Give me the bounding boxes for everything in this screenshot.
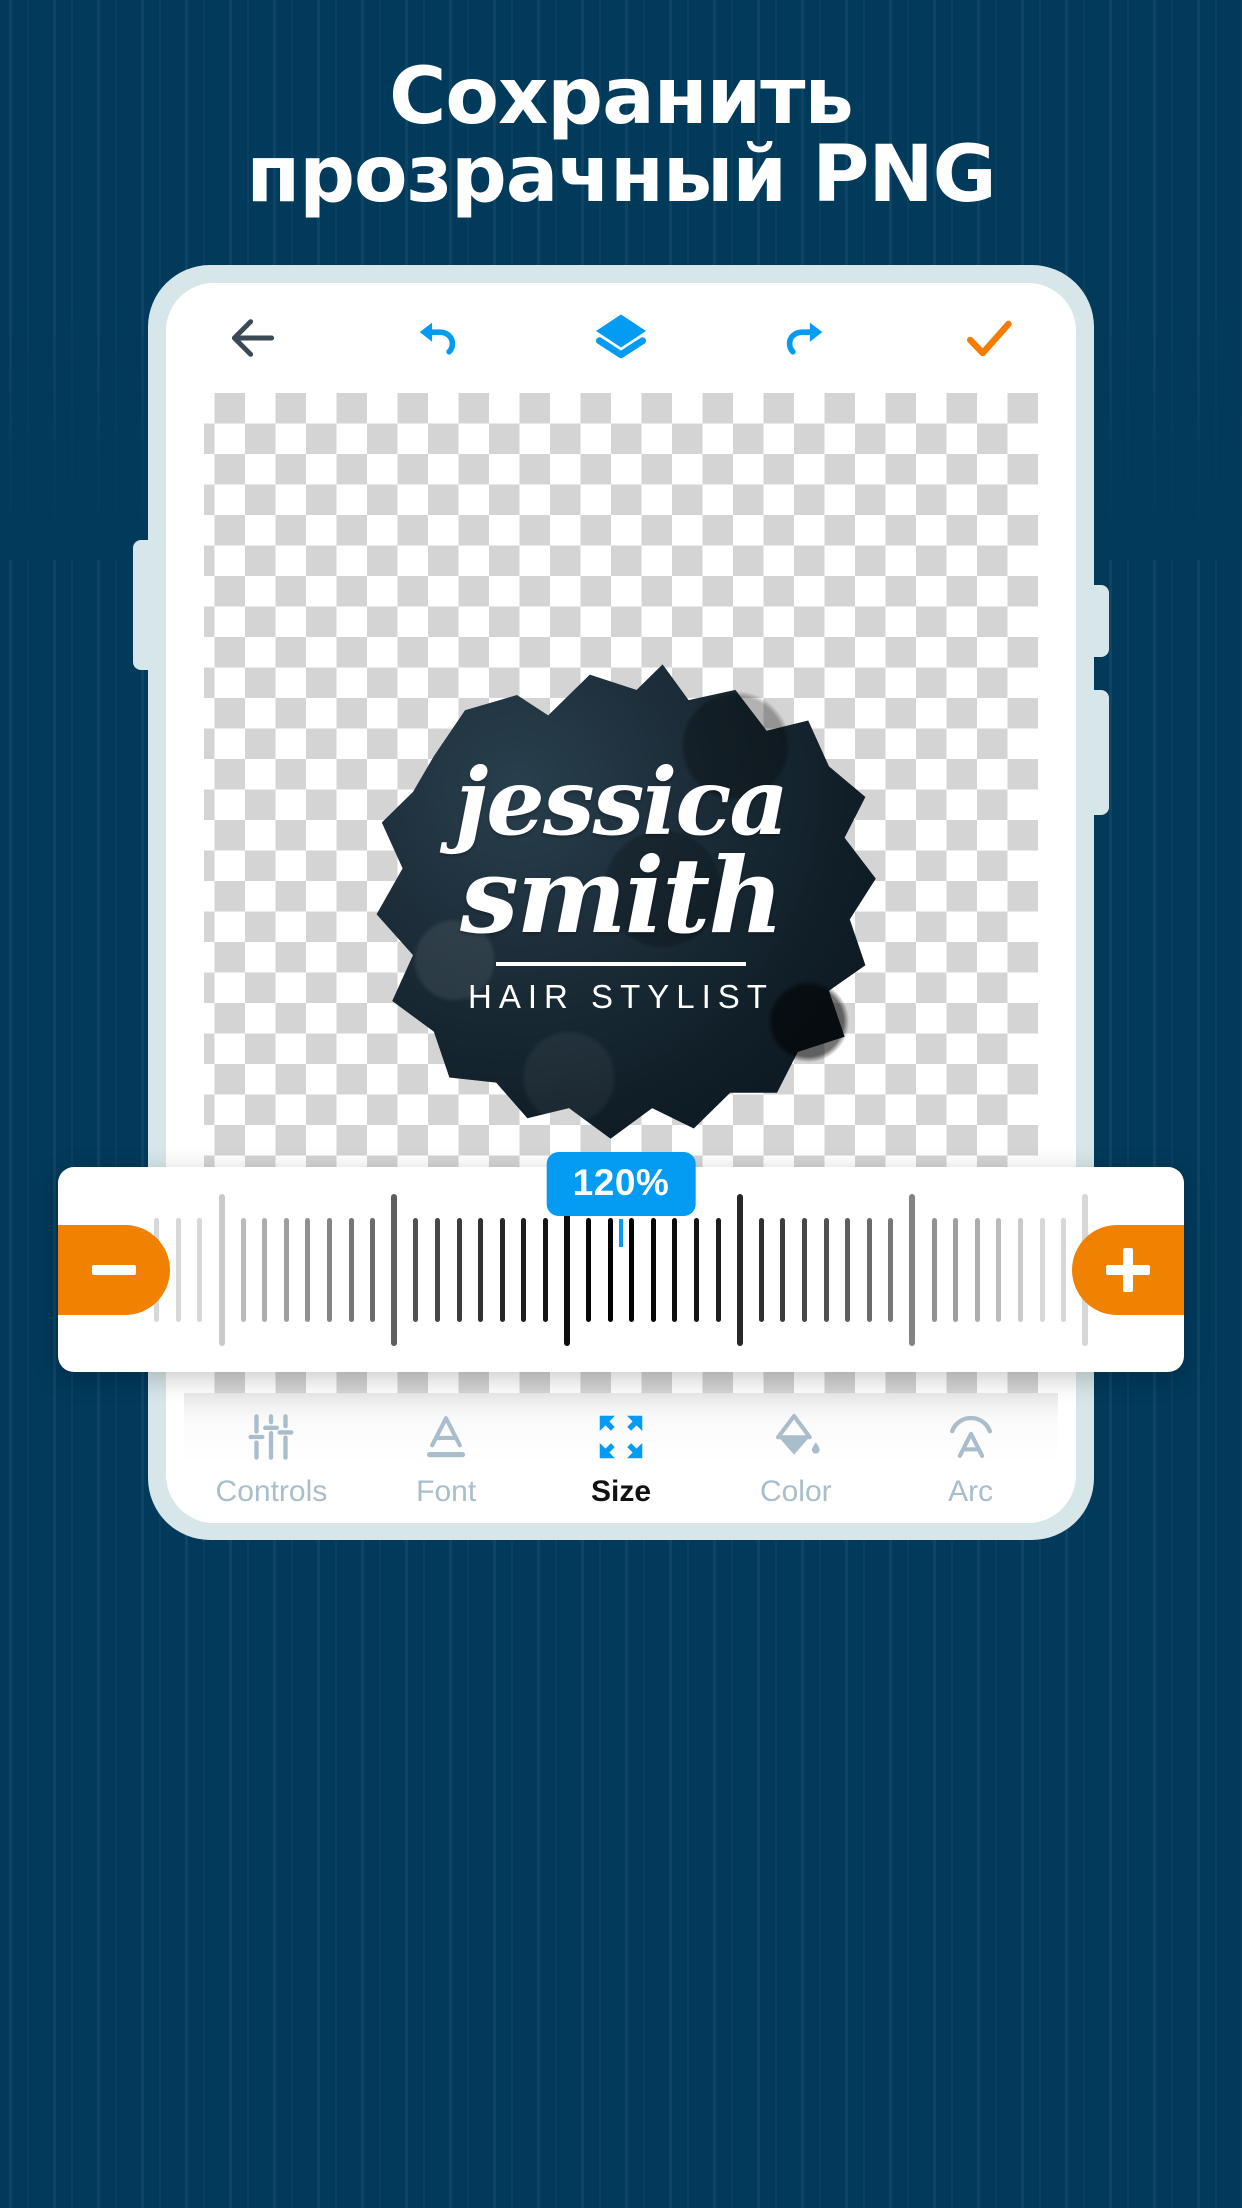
ruler-tick xyxy=(780,1217,786,1322)
layers-button[interactable] xyxy=(582,299,660,377)
phone-button-power xyxy=(1092,690,1109,815)
phone-button-volume-up xyxy=(1092,585,1109,657)
ruler-tick xyxy=(736,1193,743,1346)
tab-controls-label: Controls xyxy=(215,1474,328,1508)
back-icon xyxy=(231,319,275,357)
ruler-tick xyxy=(758,1217,764,1322)
ruler-tick xyxy=(996,1217,1002,1322)
ruler-tick xyxy=(629,1217,635,1322)
paint-drop-icon xyxy=(775,1413,820,1455)
ruler-tick xyxy=(1017,1217,1023,1322)
ruler-tick xyxy=(283,1217,289,1322)
arc-text-icon xyxy=(949,1415,992,1458)
ruler-tick xyxy=(262,1217,268,1322)
size-value-badge-stem xyxy=(619,1219,623,1247)
tab-arc[interactable]: Arc xyxy=(883,1408,1058,1509)
logo-artwork[interactable]: jessica smith HAIR STYLIST xyxy=(361,644,881,1154)
tab-size[interactable]: Size xyxy=(534,1408,709,1509)
back-button[interactable] xyxy=(214,299,292,377)
size-decrease-button[interactable] xyxy=(58,1224,170,1315)
tab-color[interactable]: Color xyxy=(708,1408,883,1509)
ruler-tick xyxy=(1061,1217,1067,1322)
ruler-tick xyxy=(866,1217,872,1322)
app-toolbar xyxy=(166,283,1076,393)
screenshot-root: Сохранить прозрачный PNG jessica smith H… xyxy=(0,0,1242,2208)
watercolor-blob-shape xyxy=(376,664,876,1139)
ruler-tick xyxy=(607,1217,613,1322)
ruler-tick xyxy=(1039,1217,1045,1322)
ruler-tick xyxy=(823,1217,829,1322)
ruler-tick xyxy=(953,1217,959,1322)
size-increase-button[interactable] xyxy=(1072,1224,1184,1315)
ruler-tick xyxy=(694,1217,700,1322)
resize-arrows-icon xyxy=(599,1415,643,1458)
sliders-icon xyxy=(248,1413,294,1460)
ruler-tick xyxy=(802,1217,808,1322)
plus-icon xyxy=(1106,1247,1150,1292)
ruler-tick xyxy=(586,1217,592,1322)
ruler-tick xyxy=(478,1217,484,1322)
undo-icon xyxy=(419,322,456,355)
ruler-tick xyxy=(305,1217,311,1322)
undo-button[interactable] xyxy=(398,299,476,377)
ruler-tick xyxy=(845,1217,851,1322)
tab-color-label: Color xyxy=(759,1474,832,1508)
ruler-tick xyxy=(974,1217,980,1322)
confirm-check-icon xyxy=(967,320,1012,357)
ruler-tick xyxy=(564,1193,571,1346)
ruler-tick xyxy=(218,1193,225,1346)
tab-font[interactable]: Font xyxy=(359,1408,534,1509)
minus-icon xyxy=(92,1264,136,1275)
ruler-tick xyxy=(370,1217,376,1322)
ruler-tick xyxy=(650,1217,656,1322)
ruler-tick xyxy=(327,1217,333,1322)
ruler-tick xyxy=(542,1217,548,1322)
confirm-button[interactable] xyxy=(950,299,1028,377)
headline-line-1: Сохранить xyxy=(389,52,854,142)
ruler-tick xyxy=(521,1217,527,1322)
redo-button[interactable] xyxy=(766,299,844,377)
ruler-tick xyxy=(175,1217,181,1322)
promo-headline: Сохранить прозрачный PNG xyxy=(0,58,1242,214)
ruler-tick xyxy=(240,1217,246,1322)
ruler-tick xyxy=(499,1217,505,1322)
tab-size-label: Size xyxy=(590,1474,651,1508)
ruler-tick xyxy=(391,1193,398,1346)
bottom-tab-bar: Controls Font Size Color Arc xyxy=(184,1393,1058,1523)
ruler-tick xyxy=(888,1217,894,1322)
layers-icon xyxy=(596,314,646,359)
size-value-badge: 120% xyxy=(546,1152,696,1216)
font-a-icon xyxy=(427,1415,466,1457)
ruler-tick xyxy=(672,1217,678,1322)
ruler-tick xyxy=(197,1217,203,1322)
tab-arc-label: Arc xyxy=(948,1474,994,1508)
ruler-tick xyxy=(715,1217,721,1322)
redo-icon xyxy=(786,322,823,355)
headline-line-2: прозрачный PNG xyxy=(246,130,996,220)
ruler-tick xyxy=(434,1217,440,1322)
ruler-tick xyxy=(931,1217,937,1322)
tab-controls[interactable]: Controls xyxy=(184,1408,359,1509)
ruler-tick xyxy=(909,1193,916,1346)
ruler-tick xyxy=(348,1217,354,1322)
ruler-tick xyxy=(413,1217,419,1322)
tab-font-label: Font xyxy=(416,1474,477,1508)
ruler-tick xyxy=(456,1217,462,1322)
